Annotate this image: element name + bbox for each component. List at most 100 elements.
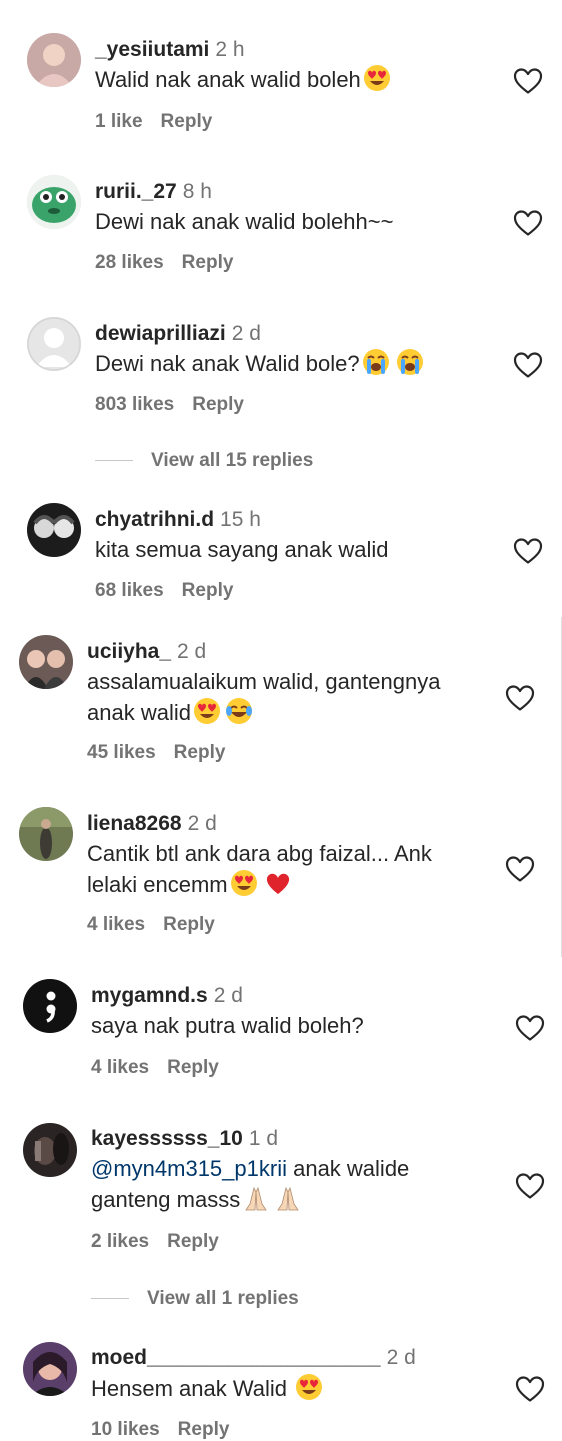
comment-body-line: ganteng masss: [91, 1184, 409, 1215]
comment-body: ganteng masss: [91, 1187, 241, 1212]
view-replies-label[interactable]: View all 15 replies: [151, 450, 313, 471]
comment-text: Dewi nak anak walid bolehh~~: [95, 206, 393, 237]
comment-username[interactable]: mygamnd.s 2 d: [91, 984, 243, 1008]
avatar[interactable]: [23, 1123, 77, 1177]
avatar[interactable]: [27, 33, 81, 87]
avatar[interactable]: [27, 317, 81, 371]
likes-count[interactable]: 4 likes: [87, 914, 145, 935]
comment-timestamp: 8 h: [182, 180, 212, 203]
folded-hands-emoji: [274, 1184, 302, 1212]
comment-username[interactable]: kayessssss_10 1 d: [91, 1127, 278, 1151]
like-heart-icon[interactable]: [505, 684, 535, 712]
folded-hands-emoji: [242, 1184, 270, 1212]
comment-username[interactable]: chyatrihni.d 15 h: [95, 508, 261, 532]
reply-button[interactable]: Reply: [192, 394, 244, 415]
loudly-crying-emoji: [396, 348, 424, 376]
red-heart-emoji: [264, 869, 292, 897]
like-heart-icon[interactable]: [515, 1172, 545, 1200]
avatar[interactable]: [19, 807, 73, 861]
reply-button[interactable]: Reply: [163, 914, 215, 935]
comment-meta: 4 likes Reply: [91, 1057, 219, 1079]
comment-text: Cantik btl ank dara abg faizal... Ank le…: [87, 838, 432, 900]
reply-button[interactable]: Reply: [167, 1231, 219, 1252]
mention-link[interactable]: @myn4m315_p1krii: [91, 1156, 287, 1181]
likes-count[interactable]: 45 likes: [87, 742, 156, 763]
comment-meta: 2 likes Reply: [91, 1231, 219, 1253]
username-text[interactable]: liena8268: [87, 812, 182, 835]
username-text[interactable]: chyatrihni.d: [95, 508, 214, 531]
comment-body: anak walide: [286, 1156, 410, 1181]
avatar[interactable]: [27, 175, 81, 229]
comment-text: Dewi nak anak Walid bole?: [95, 348, 424, 379]
likes-count[interactable]: 2 likes: [91, 1231, 149, 1252]
like-heart-icon[interactable]: [515, 1014, 545, 1042]
heart-eyes-emoji: [193, 697, 221, 725]
heart-eyes-emoji: [363, 64, 391, 92]
like-heart-icon[interactable]: [513, 67, 543, 95]
comment-meta: 28 likes Reply: [95, 252, 233, 274]
username-text[interactable]: uciiyha_: [87, 640, 171, 663]
comment-username[interactable]: moed____________________ 2 d: [91, 1346, 416, 1370]
avatar[interactable]: [19, 635, 73, 689]
comment-text: Walid nak anak walid boleh: [95, 64, 391, 95]
loudly-crying-emoji: [362, 348, 390, 376]
view-replies-label[interactable]: View all 1 replies: [147, 1288, 299, 1309]
comment-body: kita semua sayang anak walid: [95, 537, 389, 562]
comment-body: Hensem anak Walid: [91, 1376, 294, 1401]
comment-text: Hensem anak Walid: [91, 1373, 323, 1404]
comment-username[interactable]: uciiyha_ 2 d: [87, 640, 206, 664]
comment-timestamp: 2 d: [231, 322, 261, 345]
comment-timestamp: 2 d: [386, 1346, 416, 1369]
comment-username[interactable]: _yesiiutami 2 h: [95, 38, 245, 62]
likes-count[interactable]: 1 like: [95, 111, 143, 132]
comment-timestamp: 2 h: [215, 38, 245, 61]
comment-body: anak walid: [87, 700, 191, 725]
comment-body: Dewi nak anak Walid bole?: [95, 351, 360, 376]
likes-count[interactable]: 28 likes: [95, 252, 164, 273]
comment-body: Walid nak anak walid boleh: [95, 67, 361, 92]
comment-timestamp: 2 d: [187, 812, 217, 835]
username-text[interactable]: _yesiiutami: [95, 38, 209, 61]
username-text[interactable]: kayessssss_10: [91, 1127, 243, 1150]
tears-of-joy-emoji: [225, 697, 253, 725]
comment-meta: 68 likes Reply: [95, 580, 233, 602]
reply-button[interactable]: Reply: [167, 1057, 219, 1078]
like-heart-icon[interactable]: [515, 1375, 545, 1403]
comment-body-line: Cantik btl ank dara abg faizal... Ank: [87, 841, 432, 866]
avatar[interactable]: [27, 503, 81, 557]
like-heart-icon[interactable]: [513, 209, 543, 237]
comment-username[interactable]: liena8268 2 d: [87, 812, 217, 836]
reply-button[interactable]: Reply: [182, 580, 234, 601]
comment-body: lelaki encemm: [87, 872, 228, 897]
username-text[interactable]: rurii._27: [95, 180, 177, 203]
likes-count[interactable]: 68 likes: [95, 580, 164, 601]
username-text[interactable]: mygamnd.s: [91, 984, 208, 1007]
comment-text: saya nak putra walid boleh?: [91, 1010, 364, 1041]
comment-username[interactable]: rurii._27 8 h: [95, 180, 212, 204]
likes-count[interactable]: 10 likes: [91, 1419, 160, 1440]
reply-button[interactable]: Reply: [161, 111, 213, 132]
comment-text: kita semua sayang anak walid: [95, 534, 389, 565]
likes-count[interactable]: 803 likes: [95, 394, 174, 415]
avatar[interactable]: [23, 1342, 77, 1396]
likes-count[interactable]: 4 likes: [91, 1057, 149, 1078]
comment-timestamp: 2 d: [213, 984, 243, 1007]
username-text[interactable]: dewiaprilliazi: [95, 322, 226, 345]
comment-username[interactable]: dewiaprilliazi 2 d: [95, 322, 261, 346]
view-replies-link[interactable]: View all 15 replies: [95, 450, 313, 472]
avatar[interactable]: [23, 979, 77, 1033]
comment-timestamp: 2 d: [177, 640, 207, 663]
reply-button[interactable]: Reply: [174, 742, 226, 763]
comment-meta: 10 likes Reply: [91, 1419, 229, 1441]
comment-body: Dewi nak anak walid bolehh~~: [95, 209, 394, 234]
username-text[interactable]: moed____________________: [91, 1346, 381, 1369]
reply-button[interactable]: Reply: [182, 252, 234, 273]
comment-timestamp: 15 h: [220, 508, 261, 531]
comment-meta: 4 likes Reply: [87, 914, 215, 936]
like-heart-icon[interactable]: [513, 351, 543, 379]
comment-timestamp: 1 d: [248, 1127, 279, 1150]
view-replies-link[interactable]: View all 1 replies: [91, 1288, 299, 1310]
like-heart-icon[interactable]: [513, 537, 543, 565]
reply-button[interactable]: Reply: [178, 1419, 230, 1440]
like-heart-icon[interactable]: [505, 855, 535, 883]
